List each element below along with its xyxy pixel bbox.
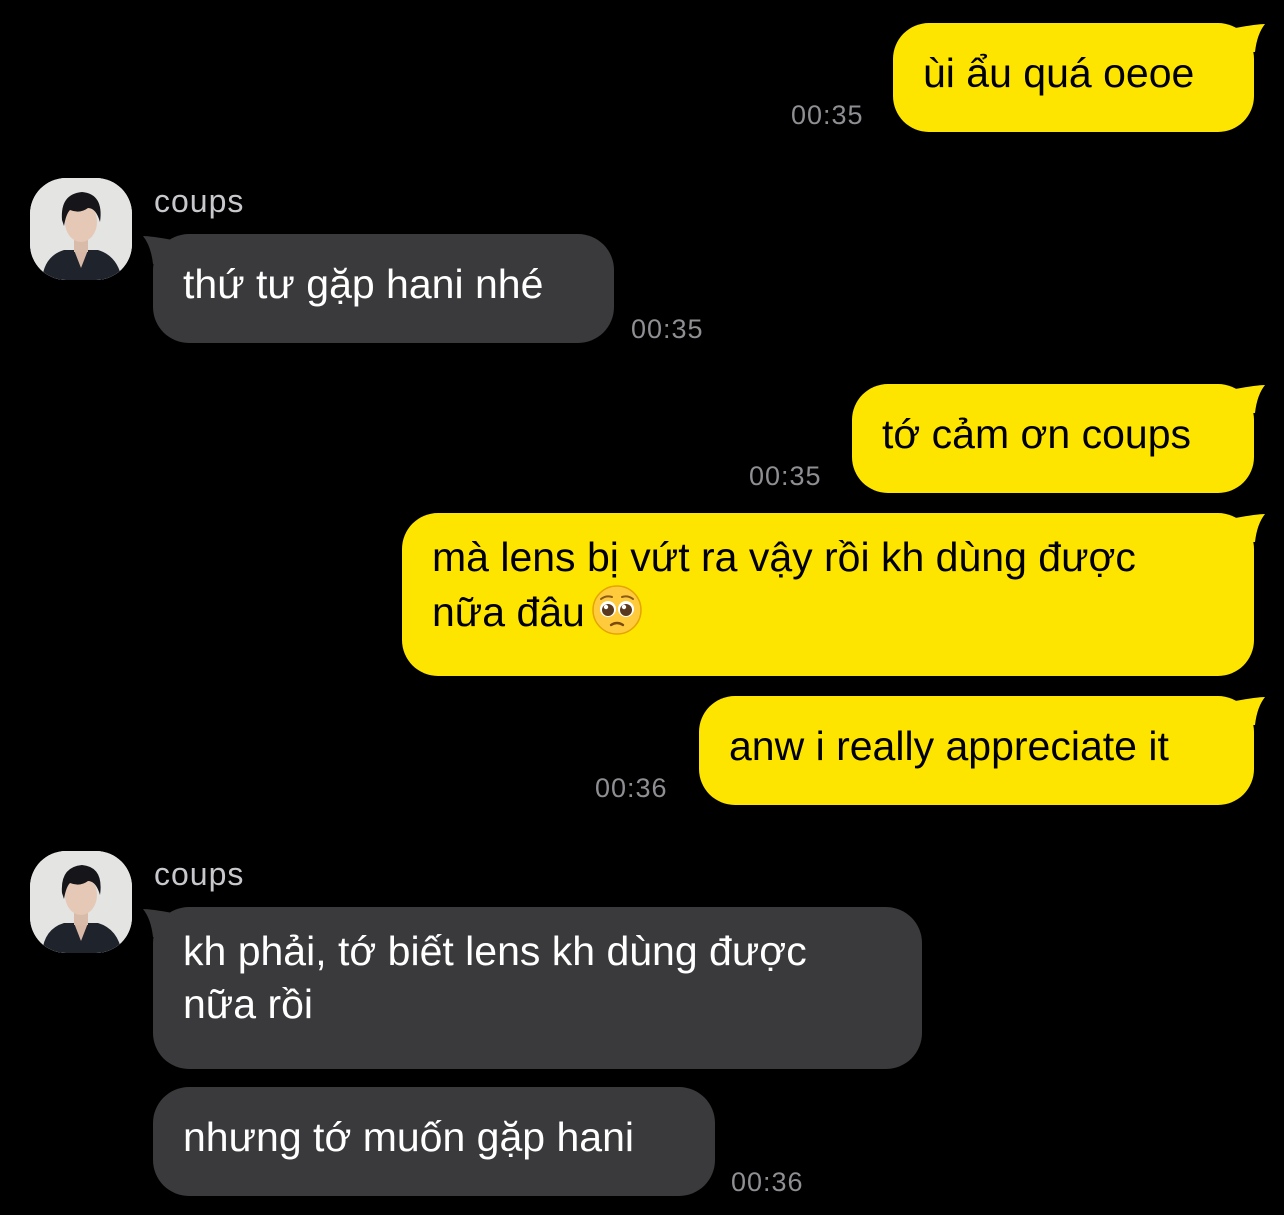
avatar[interactable] [30, 851, 132, 953]
my-message-bubble[interactable]: ùi ẩu quá oeoe [893, 23, 1254, 132]
message-text-line: nữa rồi [183, 981, 314, 1027]
message-text: anw i really appreciate it [729, 723, 1169, 769]
message-text: nhưng tớ muốn gặp hani [183, 1114, 634, 1160]
avatar[interactable] [30, 178, 132, 280]
their-message-bubble[interactable]: thứ tư gặp hani nhé [153, 234, 614, 343]
message-timestamp: 00:36 [731, 1167, 804, 1197]
message-text-line: mà lens bị vứt ra vậy rồi kh dùng được [432, 534, 1136, 580]
message-text: tớ cảm ơn coups [882, 411, 1192, 457]
pleading-face-emoji [591, 584, 643, 636]
my-message-bubble[interactable]: tớ cảm ơn coups [852, 384, 1254, 493]
message-text: thứ tư gặp hani nhé [183, 261, 544, 307]
my-message-bubble[interactable]: mà lens bị vứt ra vậy rồi kh dùng được n… [402, 513, 1254, 676]
my-message-bubble[interactable]: anw i really appreciate it [699, 696, 1254, 805]
message-timestamp: 00:36 [595, 773, 668, 803]
message-text: ùi ẩu quá oeoe [923, 50, 1195, 96]
message-timestamp: 00:35 [791, 100, 864, 130]
their-message-bubble[interactable]: nhưng tớ muốn gặp hani [153, 1087, 715, 1196]
their-message-bubble[interactable]: kh phải, tớ biết lens kh dùng được nữa r… [153, 907, 922, 1069]
message-timestamp: 00:35 [749, 461, 822, 491]
sender-name: coups [154, 183, 245, 219]
sender-name: coups [154, 856, 245, 892]
message-text-line: kh phải, tớ biết lens kh dùng được [183, 928, 807, 974]
message-timestamp: 00:35 [631, 314, 704, 344]
message-text-line: nữa đâu [432, 584, 1224, 639]
